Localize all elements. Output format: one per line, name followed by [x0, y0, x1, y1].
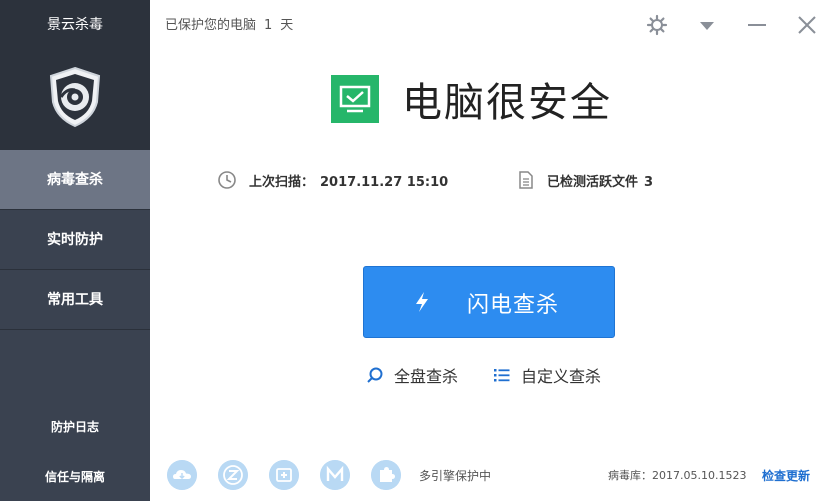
sidebar-header: 景云杀毒 [0, 0, 150, 150]
document-icon [519, 171, 533, 189]
full-scan-button[interactable]: 全盘查杀 [366, 363, 458, 387]
quick-scan-button[interactable]: 闪电查杀 [363, 266, 615, 338]
gear-icon[interactable] [646, 14, 668, 36]
custom-scan-button[interactable]: 自定义查杀 [493, 363, 601, 387]
nav-item-label: 常用工具 [47, 292, 103, 308]
search-icon [367, 367, 383, 383]
last-scan-info: 上次扫描： 2017.11.27 15:10 [217, 170, 448, 190]
detected-files-info: 已检测活跃文件 3 [517, 170, 653, 190]
minimize-icon[interactable] [746, 14, 768, 36]
detected-files-count: 3 [644, 174, 654, 190]
dropdown-icon[interactable] [696, 14, 718, 36]
app-title: 景云杀毒 [47, 17, 103, 33]
nav-item-realtime-protection[interactable]: 实时防护 [0, 210, 150, 270]
cloud-engine-icon[interactable] [167, 460, 197, 490]
puzzle-engine-icon[interactable] [371, 460, 401, 490]
virus-db-version: 病毒库：2017.05.10.1523 [608, 467, 746, 483]
list-icon [494, 369, 510, 382]
m-engine-icon[interactable] [320, 460, 350, 490]
nav-item-label: 病毒查杀 [47, 172, 103, 188]
quick-scan-label: 闪电查杀 [467, 293, 560, 318]
protection-log-link[interactable]: 防护日志 [0, 418, 150, 435]
trust-quarantine-link[interactable]: 信任与隔离 [0, 468, 150, 485]
check-update-link[interactable]: 检查更新 [762, 467, 810, 484]
last-scan-label: 上次扫描： [249, 174, 315, 190]
clock-icon [218, 171, 236, 189]
last-scan-value: 2017.11.27 15:10 [320, 174, 449, 190]
nav-item-virus-scan[interactable]: 病毒查杀 [0, 150, 150, 210]
shield-logo-icon [49, 66, 101, 128]
protection-status: 已保护您的电脑 1 天 [165, 14, 293, 33]
virus-db-label: 病毒库： [608, 469, 652, 482]
days-unit: 天 [280, 18, 294, 33]
engine-status: 多引擎保护中 [419, 469, 492, 483]
close-icon[interactable] [796, 14, 818, 36]
monitor-check-icon [331, 75, 379, 123]
sidebar: 景云杀毒 病毒查杀 实时防护 常用工具 防护日志 信任与隔离 [0, 0, 150, 501]
lightning-icon [416, 292, 428, 312]
nav-item-label: 实时防护 [47, 232, 103, 248]
status-prefix: 已保护您的电脑 [165, 18, 257, 33]
virus-db-value: 2017.05.10.1523 [652, 469, 747, 482]
protected-days: 1 [264, 18, 273, 33]
nav-item-common-tools[interactable]: 常用工具 [0, 270, 150, 330]
security-status-title: 电脑很安全 [402, 80, 612, 126]
custom-scan-label: 自定义查杀 [521, 367, 602, 386]
detected-files-label: 已检测活跃文件 [547, 174, 639, 190]
z-engine-icon[interactable] [218, 460, 248, 490]
plus-engine-icon[interactable] [269, 460, 299, 490]
full-scan-label: 全盘查杀 [394, 367, 459, 386]
